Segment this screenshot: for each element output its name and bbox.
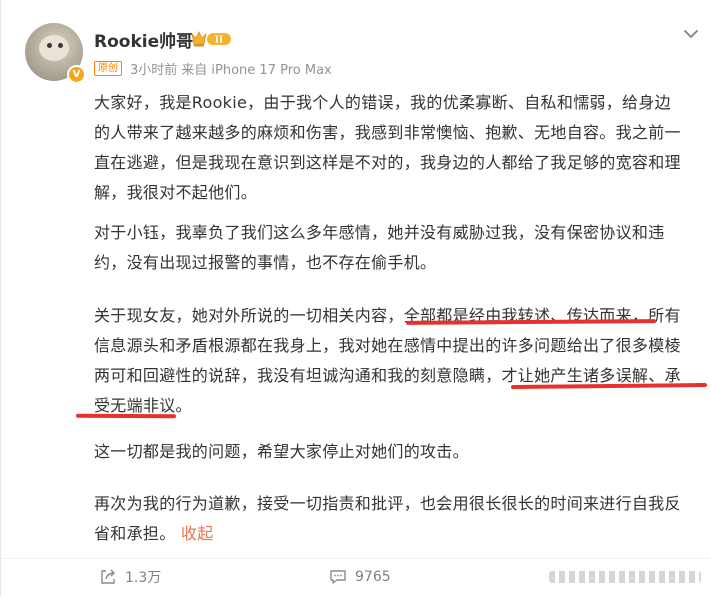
paragraph-apology-close: 再次为我的行为道歉，接受一切指责和批评，也会用很长很长的时间来进行自我反 省和承… [94,494,681,543]
paragraph-about-xiaoyu: 对于小钰，我辜负了我们这么多年感情，她并没有威胁过我，没有保密协议和违 约，没有… [94,223,665,272]
highlight-underline [75,413,177,419]
like-button[interactable] [549,567,701,587]
author-name[interactable]: Rookie帅哥 [94,27,193,52]
share-count: 1.3万 [125,570,162,586]
vip-level-badge-icon: II [191,31,231,47]
author-avatar[interactable]: V [25,23,86,84]
avatar-eye [58,43,63,48]
post-action-bar: 1.3万 9765 [1,558,711,597]
chevron-down-icon[interactable] [681,24,701,44]
post-source: 来自 iPhone 17 Pro Max [181,62,332,78]
post-meta: 原创 3小时前 来自 iPhone 17 Pro Max [94,59,332,78]
post-time[interactable]: 3小时前 [130,59,177,78]
original-tag: 原创 [94,60,122,76]
avatar-eye [47,43,52,48]
weibo-post-card: V Rookie帅哥 II 原创 3小时前 来自 iPhone 17 Pro M… [0,0,711,596]
comment-button[interactable]: 9765 [329,567,391,587]
like-icon [549,571,701,583]
share-button[interactable]: 1.3万 [99,567,161,587]
paragraph-stop-attacks: 这一切都是我的问题，希望大家停止对她们的攻击。 [94,442,469,461]
collapse-link[interactable]: 收起 [181,524,214,543]
comment-icon [330,570,346,584]
avatar-face [39,35,69,61]
comment-count: 9765 [355,569,391,585]
share-icon [101,569,115,584]
verified-badge-icon: V [67,65,86,84]
vip-level-text: II [215,36,223,46]
paragraph-apology-intro: 大家好，我是Rookie，由于我个人的错误，我的优柔寡断、自私和懦弱，给身边 的… [94,93,681,202]
